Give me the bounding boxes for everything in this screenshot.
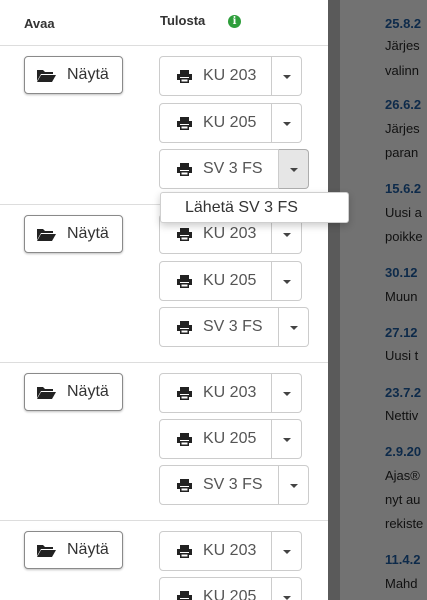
show-button[interactable]: Näytä xyxy=(24,215,123,253)
print-dropdown-toggle[interactable] xyxy=(272,103,302,143)
printer-icon xyxy=(177,70,192,83)
show-button[interactable]: Näytä xyxy=(24,531,123,569)
print-button-label: KU 205 xyxy=(203,272,257,289)
caret-down-icon xyxy=(290,484,298,488)
print-dropdown-toggle[interactable] xyxy=(272,56,302,96)
table-row: Näytä KU 203 KU 205 SV 3 FS xyxy=(0,46,328,205)
news-date: 2.9.20 xyxy=(385,444,422,459)
news-date: 15.6.2 xyxy=(385,181,422,196)
printer-icon xyxy=(177,545,192,558)
show-button-label: Näytä xyxy=(67,541,109,558)
show-button-label: Näytä xyxy=(67,66,109,83)
print-button[interactable]: SV 3 FS xyxy=(159,307,279,347)
show-button-label: Näytä xyxy=(67,383,109,400)
print-button[interactable]: KU 205 xyxy=(159,577,272,600)
print-button-label: KU 203 xyxy=(203,225,257,242)
caret-down-icon xyxy=(290,168,298,172)
print-dropdown-toggle[interactable] xyxy=(272,577,302,600)
news-date: 30.12 xyxy=(385,265,418,280)
print-button[interactable]: KU 205 xyxy=(159,103,272,143)
caret-down-icon xyxy=(283,550,291,554)
news-text: valinn xyxy=(385,63,419,78)
printer-icon xyxy=(177,117,192,130)
print-dropdown-toggle[interactable] xyxy=(272,373,302,413)
show-button[interactable]: Näytä xyxy=(24,373,123,411)
printer-icon xyxy=(177,433,192,446)
print-button-label: KU 205 xyxy=(203,430,257,447)
print-button-label: SV 3 FS xyxy=(203,318,263,335)
header-open: Avaa xyxy=(24,16,55,31)
table-header: Avaa Tulosta i xyxy=(0,0,328,46)
print-button-label: SV 3 FS xyxy=(203,160,263,177)
print-button-label: SV 3 FS xyxy=(203,476,263,493)
printer-icon xyxy=(177,387,192,400)
printer-icon xyxy=(177,163,192,176)
print-dropdown-toggle[interactable] xyxy=(272,531,302,571)
news-text: Järjes xyxy=(385,121,420,136)
print-button[interactable]: KU 203 xyxy=(159,373,272,413)
caret-down-icon xyxy=(290,326,298,330)
news-text: poikke xyxy=(385,229,423,244)
caret-down-icon xyxy=(283,438,291,442)
news-date: 25.8.2 xyxy=(385,16,422,31)
print-dropdown-menu: Lähetä SV 3 FS xyxy=(160,192,349,223)
news-text: Uusi t xyxy=(385,348,419,363)
folder-open-icon xyxy=(37,387,56,399)
print-button[interactable]: KU 203 xyxy=(159,531,272,571)
news-text: paran xyxy=(385,145,419,160)
news-text: Mahd xyxy=(385,576,418,591)
document-table-panel: Avaa Tulosta i Näytä KU 203 KU 205 SV 3 … xyxy=(0,0,349,600)
print-dropdown-toggle[interactable] xyxy=(279,149,309,189)
folder-open-icon xyxy=(37,70,56,82)
print-button-label: KU 203 xyxy=(203,542,257,559)
caret-down-icon xyxy=(283,596,291,600)
print-dropdown-toggle[interactable] xyxy=(272,419,302,459)
caret-down-icon xyxy=(283,280,291,284)
printer-icon xyxy=(177,591,192,600)
printer-icon xyxy=(177,321,192,334)
table-row: Näytä KU 203 KU 205 SV 3 FS xyxy=(0,363,328,521)
printer-icon xyxy=(177,479,192,492)
news-date: 23.7.2 xyxy=(385,385,422,400)
print-button[interactable]: KU 205 xyxy=(159,261,272,301)
show-button[interactable]: Näytä xyxy=(24,56,123,94)
news-text: rekiste xyxy=(385,516,424,531)
news-text: nyt au xyxy=(385,492,421,507)
news-text: Nettiv xyxy=(385,408,419,423)
menu-item-send-sv3fs[interactable]: Lähetä SV 3 FS xyxy=(185,199,298,217)
table-row: Näytä KU 203 KU 205 SV 3 FS xyxy=(0,205,328,363)
news-panel: 25.8.2 Järjes valinn 26.6.2 Järjes paran… xyxy=(340,0,427,600)
printer-icon xyxy=(177,228,192,241)
print-dropdown-toggle[interactable] xyxy=(272,261,302,301)
print-button-label: KU 205 xyxy=(203,588,257,600)
print-button[interactable]: SV 3 FS xyxy=(159,465,279,505)
print-button[interactable]: SV 3 FS xyxy=(159,149,279,189)
print-button[interactable]: KU 205 xyxy=(159,419,272,459)
folder-open-icon xyxy=(37,229,56,241)
table-row: Näytä KU 203 KU 205 xyxy=(0,521,328,600)
print-button[interactable]: KU 203 xyxy=(159,56,272,96)
show-button-label: Näytä xyxy=(67,225,109,242)
print-dropdown-toggle[interactable] xyxy=(279,307,309,347)
caret-down-icon xyxy=(283,122,291,126)
news-date: 11.4.2 xyxy=(385,552,421,567)
news-date: 26.6.2 xyxy=(385,97,422,112)
folder-open-icon xyxy=(37,545,56,557)
news-date: 27.12 xyxy=(385,325,418,340)
caret-down-icon xyxy=(283,392,291,396)
caret-down-icon xyxy=(283,75,291,79)
panel-divider xyxy=(328,0,340,600)
print-button-label: KU 203 xyxy=(203,67,257,84)
print-dropdown-toggle[interactable] xyxy=(279,465,309,505)
news-text: Järjes xyxy=(385,38,420,53)
printer-icon xyxy=(177,275,192,288)
caret-down-icon xyxy=(283,233,291,237)
news-text: Ajas® xyxy=(385,468,420,483)
print-button-label: KU 203 xyxy=(203,384,257,401)
info-icon[interactable]: i xyxy=(228,15,241,28)
header-print: Tulosta xyxy=(160,13,206,28)
news-text: Muun xyxy=(385,289,418,304)
print-button-label: KU 205 xyxy=(203,114,257,131)
news-text: Uusi a xyxy=(385,205,422,220)
